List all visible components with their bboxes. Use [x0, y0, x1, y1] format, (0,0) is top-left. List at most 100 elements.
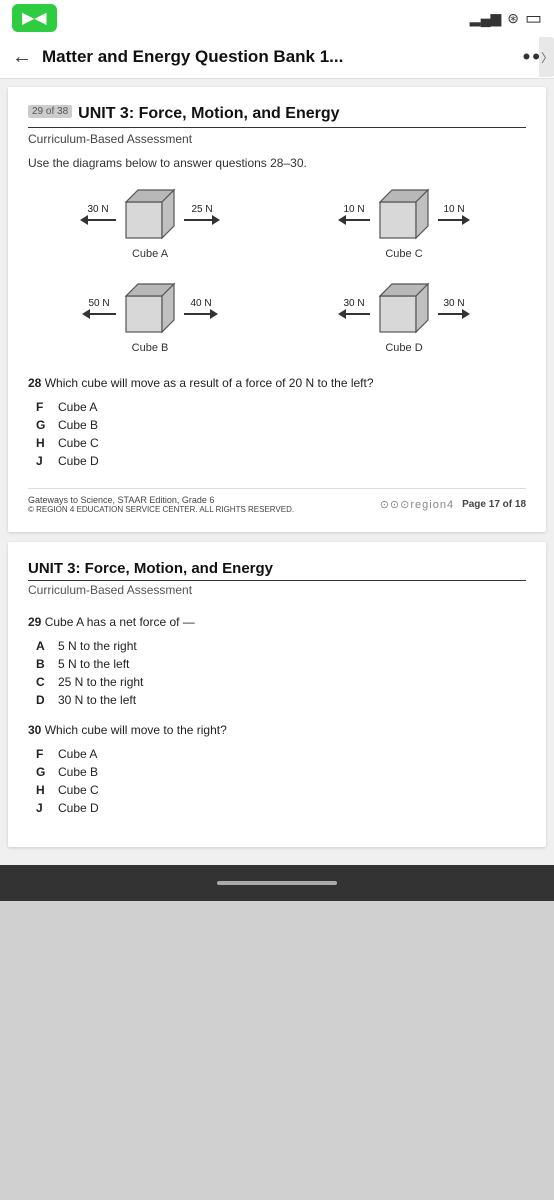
cube-c-right-force: 10 N — [443, 204, 464, 215]
battery-icon: ▭ — [525, 8, 542, 29]
option-letter-f: F — [36, 747, 50, 761]
page-2: UNIT 3: Force, Motion, and Energy Curric… — [8, 542, 546, 847]
option-letter-f: F — [36, 400, 50, 414]
list-item: D 30 N to the left — [36, 693, 526, 707]
cube-c-svg — [376, 186, 432, 242]
instructions: Use the diagrams below to answer questio… — [28, 156, 526, 170]
q29-options: A 5 N to the right B 5 N to the left C 2… — [28, 639, 526, 707]
option-letter-h: H — [36, 436, 50, 450]
arrow-shaft — [438, 313, 462, 315]
page-container: 29 of 38 UNIT 3: Force, Motion, and Ener… — [0, 79, 554, 865]
arrow-shaft — [184, 219, 212, 221]
option-text-h: Cube C — [58, 436, 99, 450]
q29-body: Cube A has a net force of — — [45, 615, 195, 629]
q28-body: Which cube will move as a result of a fo… — [45, 376, 374, 390]
question-30: 30 Which cube will move to the right? F … — [28, 721, 526, 815]
cube-d-diagram: 30 N 30 N — [282, 280, 526, 354]
arrow-head-left-icon — [82, 309, 90, 319]
q29-num: 29 — [28, 615, 41, 629]
status-bar: ▶◀ ▂▄▆ ⊛ ▭ — [0, 0, 554, 36]
option-letter-j: J — [36, 454, 50, 468]
option-text-h: Cube C — [58, 783, 99, 797]
unit-header: 29 of 38 UNIT 3: Force, Motion, and Ener… — [28, 105, 526, 128]
footer-copy: © REGION 4 EDUCATION SERVICE CENTER. ALL… — [28, 505, 294, 514]
arrow-shaft — [438, 219, 462, 221]
cube-d-svg — [376, 280, 432, 336]
cube-b-diagram: 50 N 40 N — [28, 280, 272, 354]
cube-a-right-force: 25 N — [191, 204, 212, 215]
back-button[interactable]: ← — [12, 46, 32, 69]
arrow-head-right-icon — [462, 309, 470, 319]
cube-c-left-force: 10 N — [343, 204, 364, 215]
option-text-g: Cube B — [58, 765, 98, 779]
arrow-head-right-icon — [462, 215, 470, 225]
chevron-right-icon[interactable]: 〉 — [539, 37, 554, 77]
cube-d-label: Cube D — [385, 342, 422, 354]
option-letter-g: G — [36, 765, 50, 779]
page-num: Page 17 of 18 — [462, 499, 526, 510]
nav-title: Matter and Energy Question Bank 1... — [42, 47, 513, 67]
unit-title-2: UNIT 3: Force, Motion, and Energy — [28, 560, 526, 581]
option-letter-a: A — [36, 639, 50, 653]
home-indicator — [217, 881, 337, 885]
cube-b-left-force: 50 N — [88, 298, 109, 309]
cube-b-row: 50 N 40 N — [82, 280, 218, 336]
video-icon: ▶◀ — [12, 4, 57, 32]
option-text-j: Cube D — [58, 801, 99, 815]
cube-d-right-force: 30 N — [443, 298, 464, 309]
footer-left: Gateways to Science, STAAR Edition, Grad… — [28, 495, 294, 514]
option-text-f: Cube A — [58, 400, 97, 414]
option-text-a: 5 N to the right — [58, 639, 137, 653]
footer-title: Gateways to Science, STAAR Edition, Grad… — [28, 495, 294, 505]
q28-text: 28 Which cube will move as a result of a… — [28, 374, 526, 392]
subtitle: Curriculum-Based Assessment — [28, 132, 526, 146]
status-left: ▶◀ — [12, 4, 57, 32]
arrow-shaft — [346, 219, 370, 221]
page-footer: Gateways to Science, STAAR Edition, Grad… — [28, 488, 526, 514]
option-letter-h: H — [36, 783, 50, 797]
arrow-head-left-icon — [338, 215, 346, 225]
option-text-f: Cube A — [58, 747, 97, 761]
arrow-head-right-icon — [212, 215, 220, 225]
list-item: F Cube A — [36, 400, 526, 414]
cube-a-svg — [122, 186, 178, 242]
arrow-shaft — [346, 313, 370, 315]
unit-title: UNIT 3: Force, Motion, and Energy — [78, 105, 339, 123]
arrow-shaft — [184, 313, 210, 315]
option-text-b: 5 N to the left — [58, 657, 129, 671]
arrow-head-left-icon — [338, 309, 346, 319]
cube-a-row: 30 N — [80, 186, 220, 242]
list-item: B 5 N to the left — [36, 657, 526, 671]
cube-d-row: 30 N 30 N — [338, 280, 470, 336]
footer-logo: ⊙⊙⊙region4 — [380, 498, 454, 511]
arrow-shaft — [90, 313, 116, 315]
list-item: A 5 N to the right — [36, 639, 526, 653]
list-item: G Cube B — [36, 418, 526, 432]
option-text-g: Cube B — [58, 418, 98, 432]
cube-a-left-force: 30 N — [87, 204, 108, 215]
cube-a-label: Cube A — [132, 248, 168, 260]
cube-c-label: Cube C — [385, 248, 422, 260]
q30-text: 30 Which cube will move to the right? — [28, 721, 526, 739]
status-right: ▂▄▆ ⊛ ▭ — [470, 8, 542, 29]
cube-c-row: 10 N 10 N — [338, 186, 470, 242]
list-item: H Cube C — [36, 436, 526, 450]
list-item: G Cube B — [36, 765, 526, 779]
cube-a-diagram: 30 N — [28, 186, 272, 260]
option-letter-c: C — [36, 675, 50, 689]
arrow-head-left-icon — [80, 215, 88, 225]
unit-subtitle-2: Curriculum-Based Assessment — [28, 583, 526, 597]
cube-c-diagram: 10 N 10 N — [282, 186, 526, 260]
q30-num: 30 — [28, 723, 41, 737]
option-text-j: Cube D — [58, 454, 99, 468]
page-badge: 29 of 38 — [28, 105, 72, 118]
q29-text: 29 Cube A has a net force of — — [28, 613, 526, 631]
option-letter-b: B — [36, 657, 50, 671]
arrow-shaft — [88, 219, 116, 221]
page-1: 29 of 38 UNIT 3: Force, Motion, and Ener… — [8, 87, 546, 532]
signal-icon: ▂▄▆ — [470, 10, 501, 27]
option-letter-g: G — [36, 418, 50, 432]
q30-options: F Cube A G Cube B H Cube C J Cube D — [28, 747, 526, 815]
list-item: H Cube C — [36, 783, 526, 797]
list-item: J Cube D — [36, 454, 526, 468]
